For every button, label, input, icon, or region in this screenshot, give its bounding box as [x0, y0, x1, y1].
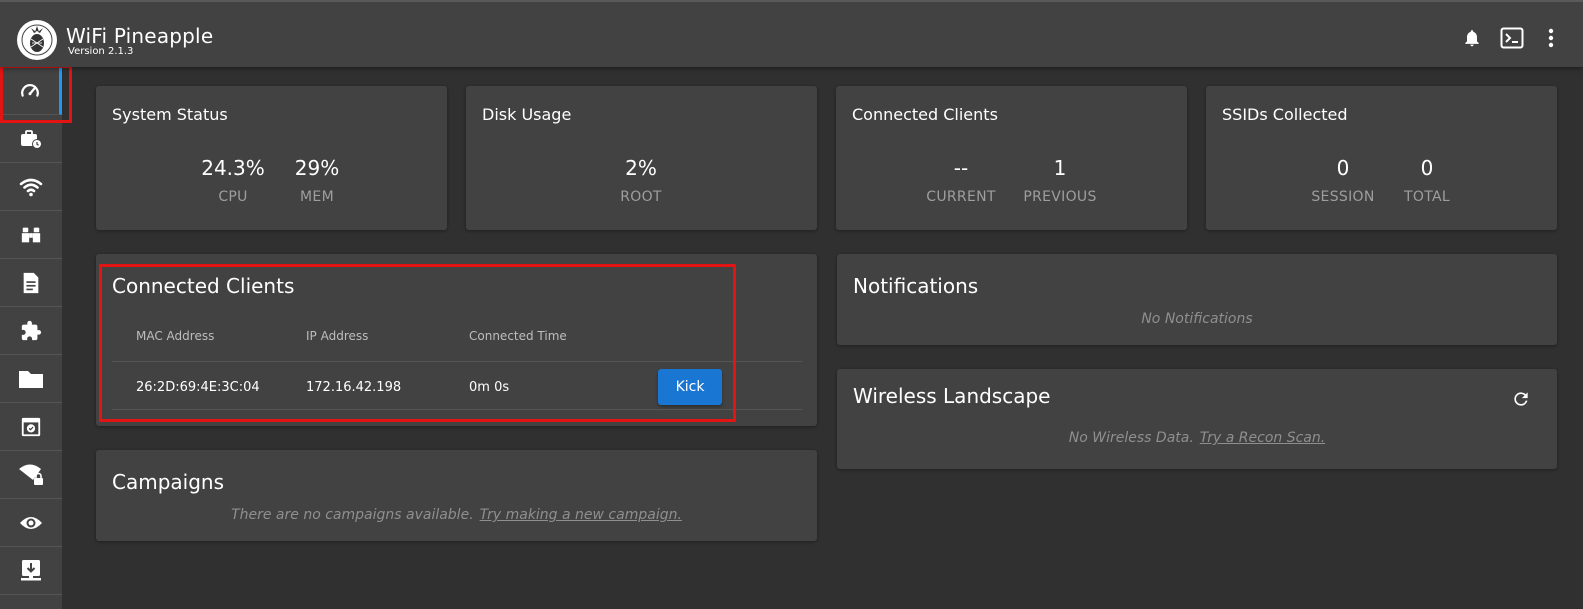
sidebar-item-dashboard[interactable]: [0, 65, 72, 123]
sidebar-nav: [0, 65, 72, 609]
window-check-icon: [21, 417, 41, 436]
client-mac: 26:2D:69:4E:3C:04: [136, 380, 260, 395]
sidebar-item-wifi[interactable]: [0, 163, 62, 211]
document-icon: [23, 272, 39, 293]
column-header-time: Connected Time: [469, 329, 567, 343]
card-title: System Status: [112, 105, 228, 124]
empty-text: There are no campaigns available.: [231, 507, 474, 523]
terminal-button[interactable]: [1498, 24, 1526, 52]
stat-label: PREVIOUS: [1023, 189, 1097, 205]
connected-clients-stat-card: Connected Clients -- CURRENT 1 PREVIOUS: [836, 86, 1187, 230]
stat-label: CURRENT: [926, 189, 996, 205]
top-app-bar: WiFi Pineapple Version 2.1.3: [0, 0, 1583, 67]
refresh-button[interactable]: [1507, 385, 1535, 413]
eye-icon: [20, 516, 42, 529]
stat-value: 24.3%: [201, 156, 265, 180]
card-title: Notifications: [853, 274, 979, 298]
table-divider: [112, 409, 802, 410]
bell-icon: [1465, 30, 1479, 47]
puzzle-icon: [21, 320, 42, 340]
wireless-landscape-card: Wireless Landscape No Wireless Data. Try …: [837, 369, 1557, 469]
briefcase-clock-icon: [21, 129, 42, 149]
empty-text: No Wireless Data.: [1068, 430, 1194, 446]
notifications-card: Notifications No Notifications: [837, 254, 1557, 345]
campaigns-empty-message: There are no campaigns available. Try mak…: [96, 507, 817, 523]
campaigns-card: Campaigns There are no campaigns availab…: [96, 450, 817, 541]
current-stat: -- CURRENT: [916, 156, 1006, 205]
card-title: SSIDs Collected: [1222, 105, 1348, 124]
ssids-collected-card: SSIDs Collected 0 SESSION 0 TOTAL: [1206, 86, 1557, 230]
previous-stat: 1 PREVIOUS: [1015, 156, 1105, 205]
sidebar-item-networking[interactable]: [0, 451, 62, 499]
sidebar-item-monitor[interactable]: [0, 499, 62, 547]
terminal-icon: [1500, 27, 1524, 49]
stat-value: 0: [1336, 156, 1350, 180]
sidebar-item-pineap[interactable]: [0, 403, 62, 451]
stat-value: 2%: [625, 156, 657, 180]
sidebar-item-recon[interactable]: [0, 211, 62, 259]
mem-stat: 29% MEM: [272, 156, 362, 205]
wifi-icon: [19, 178, 43, 196]
recon-scan-link[interactable]: Try a Recon Scan.: [1200, 430, 1325, 446]
stat-value: --: [953, 156, 969, 180]
client-ip: 172.16.42.198: [306, 380, 402, 395]
new-campaign-link[interactable]: Try making a new campaign.: [480, 507, 682, 523]
card-title: Disk Usage: [482, 105, 572, 124]
stat-value: 0: [1420, 156, 1434, 180]
stat-value: 29%: [294, 156, 340, 180]
dashboard-gauge-icon: [20, 83, 39, 97]
stat-label: TOTAL: [1404, 189, 1450, 205]
session-stat: 0 SESSION: [1298, 156, 1388, 205]
connected-clients-table-card: Connected Clients MAC Address IP Address…: [96, 254, 817, 426]
stat-label: MEM: [300, 189, 334, 205]
sidebar-item-modules[interactable]: [0, 307, 62, 355]
system-status-card: System Status 24.3% CPU 29% MEM: [96, 86, 447, 230]
table-divider: [112, 361, 802, 362]
client-connected-time: 0m 0s: [469, 380, 510, 395]
stat-label: SESSION: [1311, 189, 1375, 205]
card-title: Connected Clients: [852, 105, 998, 124]
download-tray-icon: [21, 559, 41, 580]
card-title: Wireless Landscape: [853, 384, 1051, 408]
stat-value: 1: [1053, 156, 1067, 180]
app-title: WiFi Pineapple: [66, 24, 214, 48]
sidebar-item-campaigns[interactable]: [0, 115, 62, 163]
sidebar-item-reports[interactable]: [0, 259, 62, 307]
column-header-ip: IP Address: [306, 329, 369, 343]
disk-usage-card: Disk Usage 2% ROOT: [466, 86, 817, 230]
wifi-lock-icon: [19, 464, 43, 485]
total-stat: 0 TOTAL: [1382, 156, 1472, 205]
cpu-stat: 24.3% CPU: [188, 156, 278, 205]
wireless-empty-message: No Wireless Data. Try a Recon Scan.: [837, 430, 1557, 446]
refresh-icon: [1514, 392, 1528, 406]
card-title: Campaigns: [112, 470, 225, 494]
binoculars-icon: [21, 227, 41, 242]
notifications-bell-button[interactable]: [1458, 24, 1486, 52]
stat-label: CPU: [218, 189, 248, 205]
pineapple-logo-icon: [17, 20, 57, 60]
card-title: Connected Clients: [112, 274, 295, 298]
sidebar-item-downloads[interactable]: [0, 547, 62, 595]
folder-icon: [19, 370, 43, 388]
more-options-button[interactable]: [1537, 24, 1565, 52]
stat-label: ROOT: [620, 189, 662, 205]
app-version: Version 2.1.3: [68, 46, 134, 57]
kebab-menu-icon: [1548, 28, 1554, 48]
notifications-empty-message: No Notifications: [1141, 311, 1253, 327]
kick-button[interactable]: Kick: [658, 369, 722, 405]
root-stat: 2% ROOT: [596, 156, 686, 205]
column-header-mac: MAC Address: [136, 329, 215, 343]
sidebar-item-files[interactable]: [0, 355, 62, 403]
